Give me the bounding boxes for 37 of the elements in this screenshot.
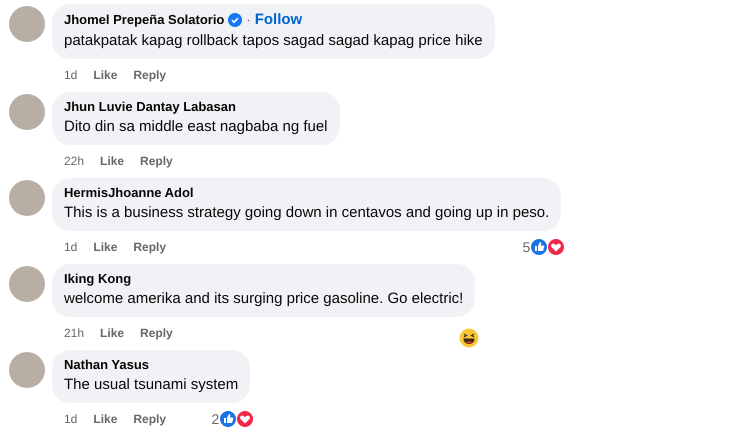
comment-time[interactable]: 1d <box>64 68 78 82</box>
follow-link[interactable]: Follow <box>254 11 302 28</box>
author-name[interactable]: Iking Kong <box>64 271 132 286</box>
reply-link[interactable]: Reply <box>140 326 173 340</box>
author-name[interactable]: Jhun Luvie Dantay Labasan <box>64 99 236 114</box>
reply-link[interactable]: Reply <box>133 68 166 82</box>
avatar[interactable] <box>9 352 45 388</box>
like-link[interactable]: Like <box>100 154 124 168</box>
comment-time[interactable]: 1d <box>64 240 78 254</box>
comment-text: patakpatak kapag rollback tapos sagad sagad kapag price hike <box>64 31 483 51</box>
comment-time[interactable]: 21h <box>64 326 84 340</box>
avatar[interactable] <box>9 180 45 216</box>
reply-link[interactable]: Reply <box>133 412 166 426</box>
reply-link[interactable]: Reply <box>140 154 173 168</box>
thumbs-up-icon <box>530 238 548 256</box>
author-name[interactable]: HermisJhoanne Adol <box>64 185 194 200</box>
comment-text: The usual tsunami system <box>64 375 238 395</box>
like-link[interactable]: Like <box>93 68 118 82</box>
comment-text: Dito din sa middle east nagbaba ng fuel <box>64 117 328 137</box>
separator-dot: · <box>246 12 251 27</box>
avatar[interactable] <box>9 266 45 302</box>
thumbs-up-icon <box>219 410 238 428</box>
comment-time[interactable]: 22h <box>64 154 84 168</box>
reaction-count[interactable]: 2 <box>211 411 220 427</box>
avatar[interactable] <box>9 94 45 130</box>
reaction-count[interactable]: 5 <box>522 239 530 255</box>
like-link[interactable]: Like <box>93 240 118 254</box>
author-name[interactable]: Jhomel Prepeña Solatorio <box>64 12 224 27</box>
comment-time[interactable]: 1d <box>64 412 78 426</box>
comment-text: This is a business strategy going down in centavos and going up in peso. <box>64 203 550 223</box>
avatar[interactable] <box>9 6 45 42</box>
author-name[interactable]: Nathan Yasus <box>64 357 150 372</box>
like-link[interactable]: Like <box>93 412 118 426</box>
reply-link[interactable]: Reply <box>133 240 166 254</box>
comment-text: welcome amerika and its surging price gasoline. Go electric! <box>64 289 464 309</box>
like-link[interactable]: Like <box>100 326 124 340</box>
laughing-face-icon <box>459 328 480 348</box>
